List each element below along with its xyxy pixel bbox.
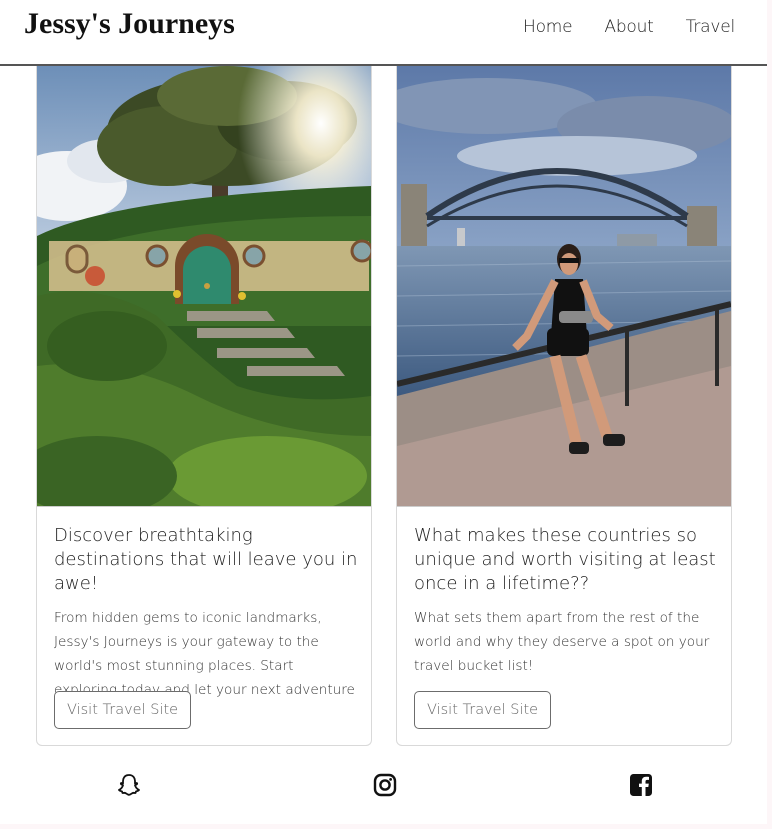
facebook-icon[interactable] [628, 772, 654, 798]
card-hobbiton: Discover breathtaking destinations that … [36, 66, 372, 746]
brand-logo[interactable]: Jessy's Journeys [24, 7, 235, 41]
nav-travel[interactable]: Travel [686, 17, 736, 37]
instagram-icon[interactable] [372, 772, 398, 798]
visit-travel-site-button[interactable]: Visit Travel Site [54, 691, 192, 729]
card-sydney: What makes these countries so unique and… [396, 66, 732, 746]
card-title: Discover breathtaking destinations that … [54, 525, 358, 594]
nav-home[interactable]: Home [523, 17, 573, 37]
sydney-harbour-bridge-photo [397, 66, 731, 507]
snapchat-icon[interactable] [116, 772, 142, 798]
card-title: What makes these countries so unique and… [414, 525, 716, 594]
page: Jessy's Journeys Home About Travel Disco… [0, 0, 767, 824]
main-nav: Home About Travel [523, 17, 735, 37]
hobbit-hole-photo [37, 66, 371, 507]
navbar: Jessy's Journeys Home About Travel [0, 0, 767, 66]
card-text: What sets them apart from the rest of th… [414, 610, 710, 674]
card-body: What makes these countries so unique and… [414, 524, 719, 678]
footer [0, 760, 767, 824]
visit-travel-site-button[interactable]: Visit Travel Site [414, 691, 552, 729]
nav-about[interactable]: About [604, 17, 653, 37]
